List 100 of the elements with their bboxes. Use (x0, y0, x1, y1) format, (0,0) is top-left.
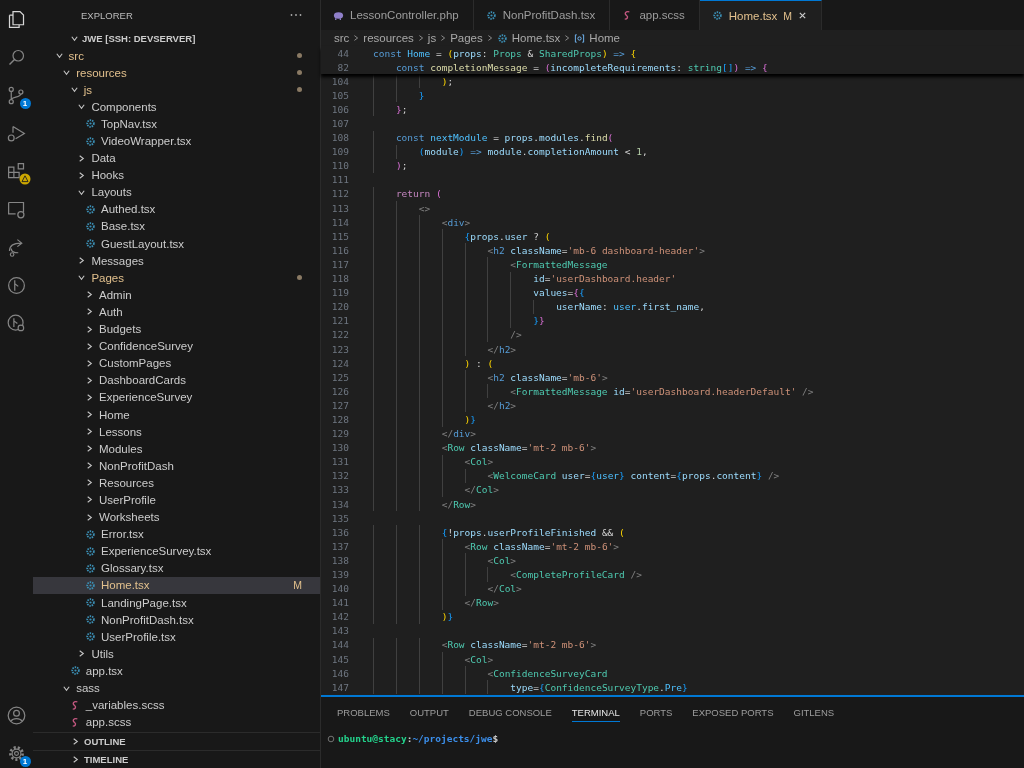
code-line: <WelcomeCard user={user} content={props.content} /> (487, 470, 780, 482)
code-line: <FormattedMessage (510, 258, 608, 270)
tree-item[interactable]: Messages (33, 252, 320, 270)
editor-tab[interactable]: app.scss (610, 0, 700, 30)
breadcrumb-item[interactable]: Home (574, 32, 621, 44)
chevron-icon (485, 34, 494, 42)
panel-tab[interactable]: PORTS (639, 702, 673, 722)
tree-item[interactable]: Hooks (33, 166, 320, 184)
line-number: 113 (330, 202, 349, 214)
tree-item[interactable]: Resources (33, 474, 320, 492)
tree-item[interactable]: ConfidenceSurvey (33, 337, 320, 355)
tree-item[interactable]: app.tsx (33, 662, 320, 680)
tree-item[interactable]: Admin (33, 286, 320, 304)
atom-icon (85, 562, 96, 574)
tree-item[interactable]: sass (33, 679, 320, 697)
branch-clock-icon[interactable] (6, 312, 27, 334)
tree-item[interactable]: Pages (33, 269, 320, 287)
line-number: 124 (330, 357, 349, 369)
line-number: 141 (330, 597, 349, 609)
tree-item[interactable]: ExperienceSurvey.tsx (33, 542, 320, 560)
tree-item[interactable]: Worksheets (33, 508, 320, 526)
breadcrumb-item[interactable]: resources (363, 32, 414, 44)
tree-item[interactable]: Glossary.tsx (33, 559, 320, 577)
atom-icon (85, 118, 96, 130)
count-badge: 1 (19, 98, 31, 109)
tree-item[interactable]: NonProfitDash.tsx (33, 611, 320, 629)
breadcrumb-item[interactable]: Home.tsx (496, 32, 561, 44)
line-number: 120 (330, 301, 349, 313)
section-header[interactable]: TIMELINE (33, 750, 320, 768)
tree-item[interactable]: LandingPage.tsx (33, 594, 320, 612)
tree-item[interactable]: VideoWrapper.tsx (33, 132, 320, 150)
chevron-icon (439, 34, 448, 42)
tree-item[interactable]: Base.tsx (33, 217, 320, 236)
tree-item[interactable]: Components (33, 98, 320, 116)
account-icon[interactable] (6, 704, 27, 726)
code-line: const completionMessage = (incompleteRequirements: string[]) => { (395, 61, 768, 73)
line-number: 107 (330, 118, 349, 129)
project-name: JWE [SSH: DEVSERVER] (82, 33, 196, 44)
tree-item[interactable]: Modules (33, 440, 320, 458)
panel-tab[interactable]: TERMINAL (571, 702, 620, 722)
tree-item[interactable]: Utils (33, 645, 320, 663)
code-line: </Row> (441, 498, 477, 510)
more-icon[interactable] (290, 13, 302, 17)
tree-item[interactable]: resources (33, 64, 320, 82)
line-number: 125 (330, 371, 349, 383)
tree-item[interactable]: _variables.scss (33, 696, 320, 714)
editor-tab[interactable]: LessonController.php (321, 0, 474, 30)
editor-tab[interactable]: Home.tsx M (699, 0, 823, 30)
tree-item[interactable]: Authed.tsx (33, 200, 320, 218)
code-line: </h2> (487, 399, 517, 411)
line-number: 127 (330, 399, 349, 411)
line-number: 137 (330, 540, 349, 552)
tree-item[interactable]: NonProfitDash (33, 457, 320, 475)
tree-item[interactable]: Home.tsx M (33, 576, 320, 594)
atom-icon (85, 614, 96, 626)
section-header[interactable]: OUTLINE (33, 732, 320, 750)
panel-tab[interactable]: OUTPUT (409, 702, 449, 722)
tree-item[interactable]: UserProfile.tsx (33, 628, 320, 646)
code-line: </Row> (464, 597, 499, 609)
line-number: 44 (336, 47, 349, 59)
tree-item[interactable]: js (33, 81, 320, 99)
line-number: 147 (330, 681, 349, 693)
close-icon[interactable] (798, 11, 808, 20)
tree-item[interactable]: Lessons (33, 423, 320, 441)
breadcrumb-item[interactable]: src (334, 32, 350, 44)
breadcrumb-item[interactable]: Pages (450, 32, 483, 44)
atom-icon (85, 203, 96, 215)
panel-tab[interactable]: DEBUG CONSOLE (468, 702, 552, 722)
line-number: 138 (330, 554, 349, 566)
tree-item[interactable]: GuestLayout.tsx (33, 235, 320, 253)
panel-tab[interactable]: PROBLEMS (337, 702, 390, 722)
tree-item[interactable]: Budgets (33, 320, 320, 338)
code-line: ) : ( (464, 357, 494, 369)
panel-tab[interactable]: GITLENS (793, 702, 835, 722)
tree-item[interactable]: src (33, 47, 320, 65)
code-line: type={ConfidenceSurveyType.Pre} (510, 681, 688, 693)
code-line: const Home = (props: Props & SharedProps) => { (373, 47, 637, 59)
explorer-icon[interactable] (6, 8, 27, 30)
breadcrumb-item[interactable]: js (427, 32, 437, 44)
tree-item[interactable]: ExperienceSurvey (33, 388, 320, 406)
tree-item[interactable]: UserProfile (33, 491, 320, 509)
graph-icon[interactable] (6, 274, 27, 296)
tree-item[interactable]: Data (33, 149, 320, 167)
tree-item[interactable]: Auth (33, 303, 320, 321)
code-line: <Col> (464, 456, 494, 468)
tree-item[interactable]: Home (33, 405, 320, 424)
panel-tab[interactable]: EXPOSED PORTS (692, 702, 774, 722)
tree-item[interactable]: Layouts (33, 183, 320, 201)
tree-item[interactable]: TopNav.tsx (33, 115, 320, 133)
terminal-prompt: ubuntu@stacy:~/projects/jwe$ (338, 733, 499, 744)
tree-item[interactable]: app.scss (33, 713, 320, 731)
code-line: /> (510, 329, 522, 341)
tree-item[interactable]: DashboardCards (33, 371, 320, 389)
project-header[interactable]: JWE [SSH: DEVSERVER] (33, 30, 320, 47)
tree-item[interactable]: CustomPages (33, 354, 320, 372)
tree-item[interactable]: Error.tsx (33, 525, 320, 543)
atom-icon (85, 221, 96, 232)
code-line: <ConfidenceSurveyCard (487, 667, 608, 679)
atom-icon (85, 597, 96, 609)
editor-tab[interactable]: NonProfitDash.tsx (473, 0, 611, 30)
